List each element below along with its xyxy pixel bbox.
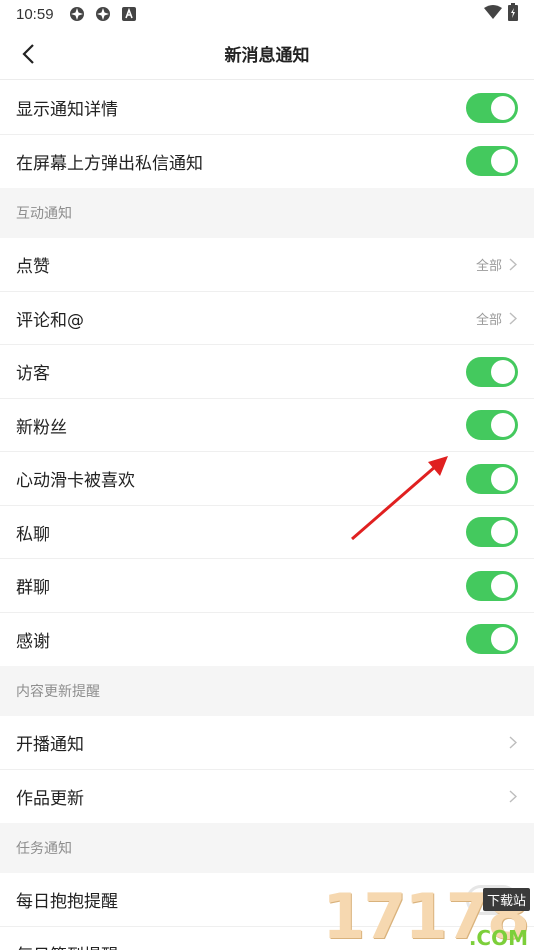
setting-row-private-chat[interactable]: 私聊 <box>0 505 534 559</box>
setting-row-show-details[interactable]: 显示通知详情 <box>0 81 534 135</box>
toggle-switch[interactable] <box>466 146 518 177</box>
setting-value: 全部 <box>475 259 502 275</box>
app-notification-icon <box>68 5 86 23</box>
setting-label: 在屏幕上方弹出私信通知 <box>16 153 203 174</box>
status-bar: 10:59 <box>0 0 534 28</box>
setting-row-visitors[interactable]: 访客 <box>0 345 534 399</box>
setting-label: 评论和@ <box>16 310 84 331</box>
app-notification-icon <box>94 5 112 23</box>
setting-row-thanks[interactable]: 感谢 <box>0 612 534 666</box>
chevron-right-icon <box>508 789 518 803</box>
toggle-switch[interactable] <box>466 517 518 548</box>
section-header: 内容更新提醒 <box>0 666 534 716</box>
watermark-suffix: .COM <box>468 926 528 950</box>
setting-row-likes[interactable]: 点赞 全部 <box>0 238 534 292</box>
app-a-icon <box>120 5 138 23</box>
toggle-knob <box>491 466 515 491</box>
setting-row-group-chat[interactable]: 群聊 <box>0 559 534 613</box>
setting-label: 心动滑卡被喜欢 <box>16 471 135 492</box>
battery-icon <box>508 3 518 25</box>
toggle-switch[interactable] <box>466 410 518 441</box>
page-title: 新消息通知 <box>224 46 310 66</box>
status-time: 10:59 <box>16 5 54 23</box>
setting-row-popup-dm[interactable]: 在屏幕上方弹出私信通知 <box>0 134 534 188</box>
setting-row-swipe-liked[interactable]: 心动滑卡被喜欢 <box>0 452 534 506</box>
toggle-switch[interactable] <box>466 570 518 601</box>
toggle-switch[interactable] <box>466 624 518 655</box>
toggle-switch[interactable] <box>466 92 518 123</box>
toggle-knob <box>491 413 515 438</box>
setting-label: 显示通知详情 <box>16 100 118 121</box>
setting-label: 开播通知 <box>16 735 84 756</box>
settings-list: 显示通知详情 在屏幕上方弹出私信通知 互动通知 点赞 全部 评论和@ 全部 访客… <box>0 81 534 950</box>
setting-value: 全部 <box>475 312 502 328</box>
setting-row-live-notice[interactable]: 开播通知 <box>0 716 534 770</box>
watermark-badge: 下载站 <box>482 888 530 911</box>
setting-label: 作品更新 <box>16 788 84 809</box>
setting-label: 新粉丝 <box>16 417 67 438</box>
chevron-right-icon <box>508 311 518 325</box>
setting-label: 点赞 <box>16 257 50 278</box>
setting-label: 群聊 <box>16 578 50 599</box>
toggle-knob <box>491 627 515 652</box>
chevron-right-icon <box>508 736 518 750</box>
setting-row-comments[interactable]: 评论和@ 全部 <box>0 291 534 345</box>
chevron-left-icon <box>22 44 34 64</box>
toggle-knob <box>491 149 515 174</box>
toggle-switch[interactable] <box>466 356 518 387</box>
toggle-switch[interactable] <box>466 463 518 494</box>
setting-row-new-fans[interactable]: 新粉丝 <box>0 398 534 452</box>
section-header: 互动通知 <box>0 188 534 238</box>
toggle-knob <box>491 573 515 598</box>
toggle-knob <box>491 95 515 120</box>
setting-label: 访客 <box>16 364 50 385</box>
nav-bar: 新消息通知 <box>0 28 534 80</box>
watermark-logo: 17178 下载站 .COM <box>304 870 534 950</box>
setting-label: 私聊 <box>16 524 50 545</box>
toggle-knob <box>491 359 515 384</box>
setting-label: 感谢 <box>16 631 50 652</box>
back-button[interactable] <box>14 40 42 68</box>
section-header: 任务通知 <box>0 823 534 873</box>
chevron-right-icon <box>508 258 518 272</box>
wifi-icon <box>484 5 502 23</box>
toggle-knob <box>491 520 515 545</box>
setting-row-work-update[interactable]: 作品更新 <box>0 769 534 823</box>
